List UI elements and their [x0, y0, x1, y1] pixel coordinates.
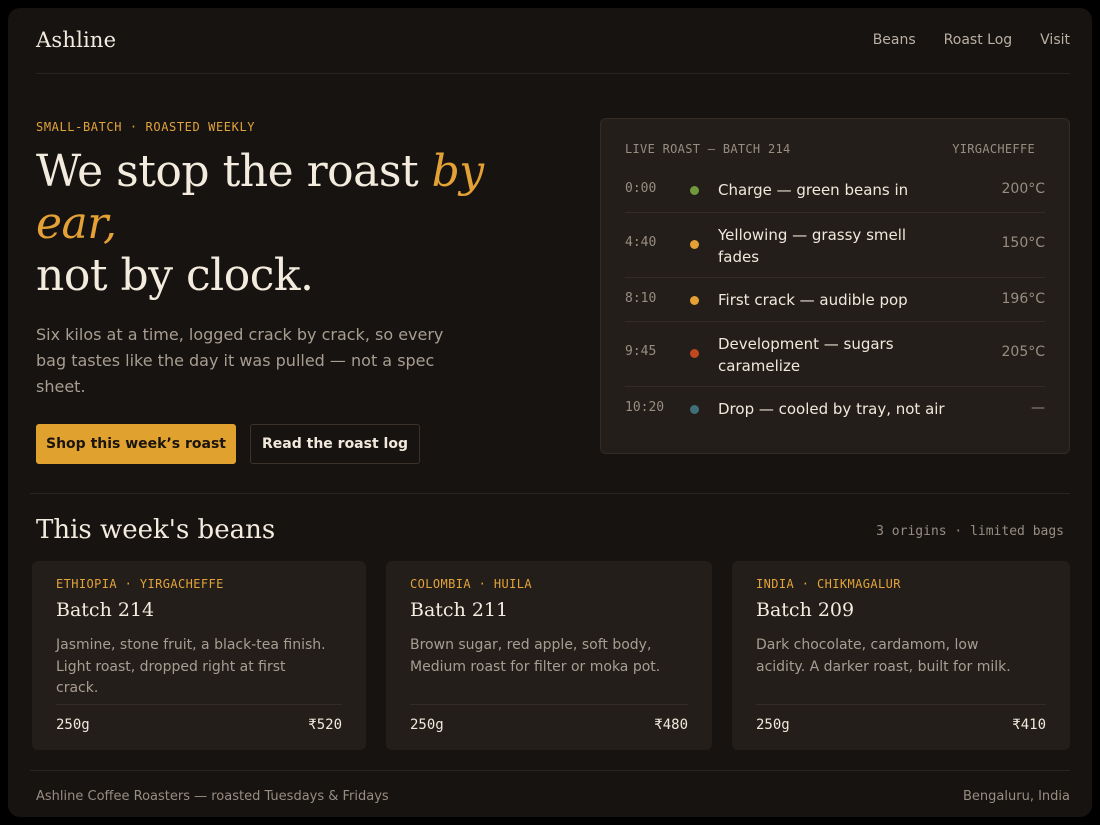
panel-title: LIVE ROAST — BATCH 214 [625, 142, 791, 156]
event-description: First crack — audible pop [718, 291, 908, 309]
bean-price: ₹480 [654, 717, 688, 733]
bean-card-batch-214[interactable]: ETHIOPIA · YIRGACHEFFE Batch 214 Jasmine… [32, 561, 366, 750]
bean-tasting-notes: Jasmine, stone fruit, a black-tea finish… [56, 637, 326, 696]
event-status-dot [690, 405, 699, 414]
event-description: Yellowing — grassy smell fades [718, 226, 907, 266]
panel-origin: YIRGACHEFFE [952, 142, 1035, 156]
bean-tasting-notes: Brown sugar, red apple, soft body, Mediu… [410, 637, 661, 675]
event-time: 0:00 [625, 181, 657, 196]
event-time: 8:10 [625, 291, 657, 306]
event-status-dot [690, 186, 699, 195]
event-temperature: 205°C [1001, 344, 1046, 360]
top-nav: Ashline Beans Roast Log Visit [36, 8, 1070, 74]
nav-link-beans[interactable]: Beans [873, 32, 916, 48]
bean-origin: COLOMBIA · HUILA [410, 577, 532, 591]
bean-weight: 250g [56, 717, 90, 733]
bean-weight: 250g [756, 717, 790, 733]
headline-part-1: We stop the roast [36, 146, 432, 197]
bean-origin: ETHIOPIA · YIRGACHEFFE [56, 577, 224, 591]
event-status-dot [690, 296, 699, 305]
event-temperature: — [1031, 400, 1045, 416]
section-divider [30, 493, 1070, 494]
bean-tasting-notes: Dark chocolate, cardamom, low acidity. A… [756, 637, 1011, 675]
headline-part-2: not by clock. [36, 250, 314, 301]
event-time: 4:40 [625, 235, 657, 250]
event-status-dot [690, 349, 699, 358]
hero-eyebrow: SMALL-BATCH · ROASTED WEEKLY [36, 120, 256, 134]
event-temperature: 196°C [1001, 291, 1046, 307]
event-status-dot [690, 240, 699, 249]
beans-section-meta: 3 origins · limited bags [876, 524, 1064, 539]
event-time: 9:45 [625, 344, 657, 359]
event-temperature: 200°C [1001, 181, 1046, 197]
event-description: Drop — cooled by tray, not air [718, 400, 945, 418]
bean-card-footer: 250g ₹410 [756, 704, 1046, 750]
bean-batch-name[interactable]: Batch 209 [756, 599, 854, 621]
beans-section-title: This week's beans [36, 515, 276, 545]
nav-link-visit[interactable]: Visit [1040, 32, 1070, 48]
footer-location: Bengaluru, India [963, 789, 1070, 804]
bean-price: ₹410 [1012, 717, 1046, 733]
hero-lede: Six kilos at a time, logged crack by cra… [36, 325, 444, 396]
event-description: Charge — green beans in [718, 181, 909, 199]
page-frame: Ashline Beans Roast Log Visit SMALL-BATC… [8, 8, 1092, 817]
roast-event-row: 8:10 First crack — audible pop 196°C [625, 278, 1045, 322]
bean-card-footer: 250g ₹480 [410, 704, 688, 750]
bean-card-footer: 250g ₹520 [56, 704, 342, 750]
event-temperature: 150°C [1001, 235, 1046, 251]
live-roast-panel: LIVE ROAST — BATCH 214 YIRGACHEFFE 0:00 … [600, 118, 1070, 454]
hero-headline: We stop the roast by ear, not by clock. [36, 146, 506, 302]
bean-card-batch-211[interactable]: COLOMBIA · HUILA Batch 211 Brown sugar, … [386, 561, 712, 750]
footer-divider [30, 770, 1070, 771]
bean-origin: INDIA · CHIKMAGALUR [756, 577, 901, 591]
nav-link-roast-log[interactable]: Roast Log [944, 32, 1012, 48]
roast-event-list: 0:00 Charge — green beans in 200°C 4:40 … [625, 169, 1045, 431]
read-roast-log-button[interactable]: Read the roast log [250, 424, 420, 464]
roast-event-row: 4:40 Yellowing — grassy smell fades 150°… [625, 213, 1045, 278]
bean-batch-name[interactable]: Batch 214 [56, 599, 154, 621]
shop-roast-button[interactable]: Shop this week’s roast [36, 424, 236, 464]
roast-event-row: 9:45 Development — sugars caramelize 205… [625, 322, 1045, 387]
bean-weight: 250g [410, 717, 444, 733]
roast-event-row: 0:00 Charge — green beans in 200°C [625, 169, 1045, 213]
brand-logo[interactable]: Ashline [36, 28, 116, 52]
panel-header: LIVE ROAST — BATCH 214 YIRGACHEFFE [625, 142, 1035, 156]
footer-tagline: Ashline Coffee Roasters — roasted Tuesda… [36, 789, 389, 804]
event-time: 10:20 [625, 400, 665, 415]
nav-links: Beans Roast Log Visit [873, 32, 1070, 48]
roast-event-row: 10:20 Drop — cooled by tray, not air — [625, 387, 1045, 431]
event-description: Development — sugars caramelize [718, 335, 894, 375]
bean-card-batch-209[interactable]: INDIA · CHIKMAGALUR Batch 209 Dark choco… [732, 561, 1070, 750]
bean-price: ₹520 [308, 717, 342, 733]
bean-batch-name[interactable]: Batch 211 [410, 599, 508, 621]
